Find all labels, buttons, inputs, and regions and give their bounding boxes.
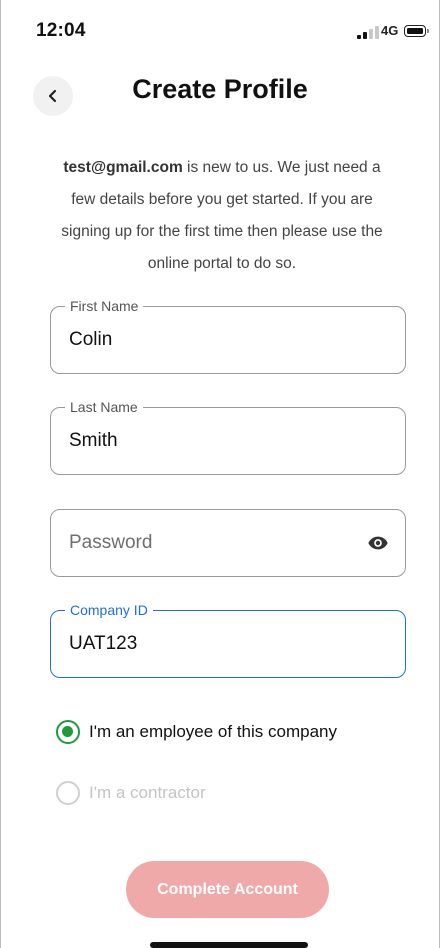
radio-employee[interactable]: I'm an employee of this company [56, 720, 337, 744]
radio-contractor-label: I'm a contractor [89, 783, 206, 802]
page-title: Create Profile [132, 74, 308, 104]
network-type: 4G [381, 23, 399, 38]
last-name-input[interactable] [69, 426, 355, 456]
status-bar: 12:04 4G [0, 0, 440, 60]
intro-email: test@gmail.com [63, 159, 183, 176]
first-name-field[interactable]: First Name [50, 297, 406, 374]
password-field[interactable] [50, 509, 406, 577]
eye-icon[interactable] [367, 532, 389, 554]
last-name-label: Last Name [65, 398, 143, 416]
company-id-label: Company ID [65, 601, 153, 619]
radio-unselected-icon [56, 781, 80, 805]
status-time: 12:04 [36, 20, 86, 41]
company-id-field[interactable]: Company ID [50, 601, 406, 678]
radio-employee-label: I'm an employee of this company [89, 722, 337, 741]
complete-account-button[interactable]: Complete Account [126, 861, 329, 918]
intro-text: test@gmail.com is new to us. We just nee… [56, 152, 388, 280]
radio-selected-icon [56, 720, 80, 744]
battery-icon [404, 25, 429, 37]
signal-icon [357, 26, 379, 39]
last-name-field[interactable]: Last Name [50, 398, 406, 475]
first-name-input[interactable] [69, 325, 355, 355]
password-input[interactable] [69, 528, 355, 558]
first-name-label: First Name [65, 297, 144, 315]
radio-contractor[interactable]: I'm a contractor [56, 781, 206, 805]
company-id-input[interactable] [69, 629, 355, 659]
home-indicator [150, 942, 308, 948]
